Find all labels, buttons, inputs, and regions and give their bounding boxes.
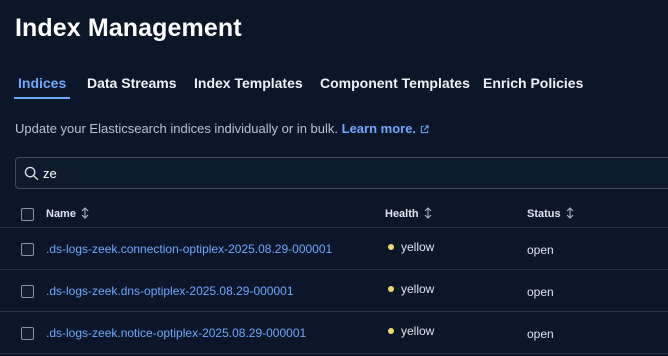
select-all-checkbox[interactable] — [21, 208, 34, 221]
index-name-link[interactable]: .ds-logs-zeek.connection-optiplex-2025.0… — [46, 242, 332, 256]
table-row: .ds-logs-zeek.connection-optiplex-2025.0… — [0, 228, 668, 270]
index-management-page: Index Management Indices Data Streams In… — [0, 0, 668, 356]
tab-index-templates[interactable]: Index Templates — [194, 70, 303, 100]
status-cell: open — [527, 327, 554, 341]
column-label: Name — [46, 208, 76, 220]
tab-label: Indices — [18, 75, 67, 91]
page-title: Index Management — [15, 14, 242, 42]
column-label: Status — [527, 208, 561, 220]
tab-bar: Indices Data Streams Index Templates Com… — [0, 70, 668, 100]
status-cell: open — [527, 285, 554, 299]
health-label: yellow — [401, 282, 435, 296]
table-header-row: Name Health Status — [0, 198, 668, 228]
index-name-link[interactable]: .ds-logs-zeek.dns-optiplex-2025.08.29-00… — [46, 284, 294, 298]
table-row: .ds-logs-zeek.notice-optiplex-2025.08.29… — [0, 312, 668, 354]
health-cell: yellow — [388, 282, 434, 296]
search-icon — [24, 166, 39, 181]
search-bar[interactable] — [15, 157, 668, 189]
sort-icon — [81, 207, 89, 219]
status-cell: open — [527, 243, 554, 257]
health-label: yellow — [401, 240, 435, 254]
health-status-dot — [388, 286, 394, 292]
tab-label: Component Templates — [320, 75, 470, 91]
tab-data-streams[interactable]: Data Streams — [87, 70, 177, 100]
page-description: Update your Elasticsearch indices indivi… — [15, 121, 429, 136]
column-header-health[interactable]: Health — [385, 207, 433, 220]
health-status-dot — [388, 244, 394, 250]
column-header-status[interactable]: Status — [527, 207, 575, 220]
health-status-dot — [388, 328, 394, 334]
external-link-icon — [420, 125, 429, 134]
table-row: .ds-logs-zeek.dns-optiplex-2025.08.29-00… — [0, 270, 668, 312]
row-checkbox[interactable] — [21, 285, 34, 298]
sort-icon — [566, 207, 574, 219]
learn-more-link[interactable]: Learn more. — [342, 121, 429, 136]
description-text: Update your Elasticsearch indices indivi… — [15, 121, 338, 136]
column-header-name[interactable]: Name — [46, 207, 90, 220]
tab-enrich-policies[interactable]: Enrich Policies — [483, 70, 583, 100]
learn-more-label: Learn more. — [341, 121, 417, 136]
column-label: Health — [385, 208, 419, 220]
tab-label: Index Templates — [194, 75, 303, 91]
search-input[interactable] — [43, 163, 643, 183]
health-cell: yellow — [388, 240, 434, 254]
health-cell: yellow — [388, 324, 434, 338]
tab-label: Enrich Policies — [483, 75, 584, 91]
index-name-link[interactable]: .ds-logs-zeek.notice-optiplex-2025.08.29… — [46, 326, 306, 340]
tab-component-templates[interactable]: Component Templates — [320, 70, 470, 100]
tab-indices[interactable]: Indices — [13, 70, 71, 100]
health-label: yellow — [401, 324, 435, 338]
sort-icon — [424, 207, 432, 219]
row-checkbox[interactable] — [21, 327, 34, 340]
row-checkbox[interactable] — [21, 243, 34, 256]
tab-label: Data Streams — [87, 75, 177, 91]
